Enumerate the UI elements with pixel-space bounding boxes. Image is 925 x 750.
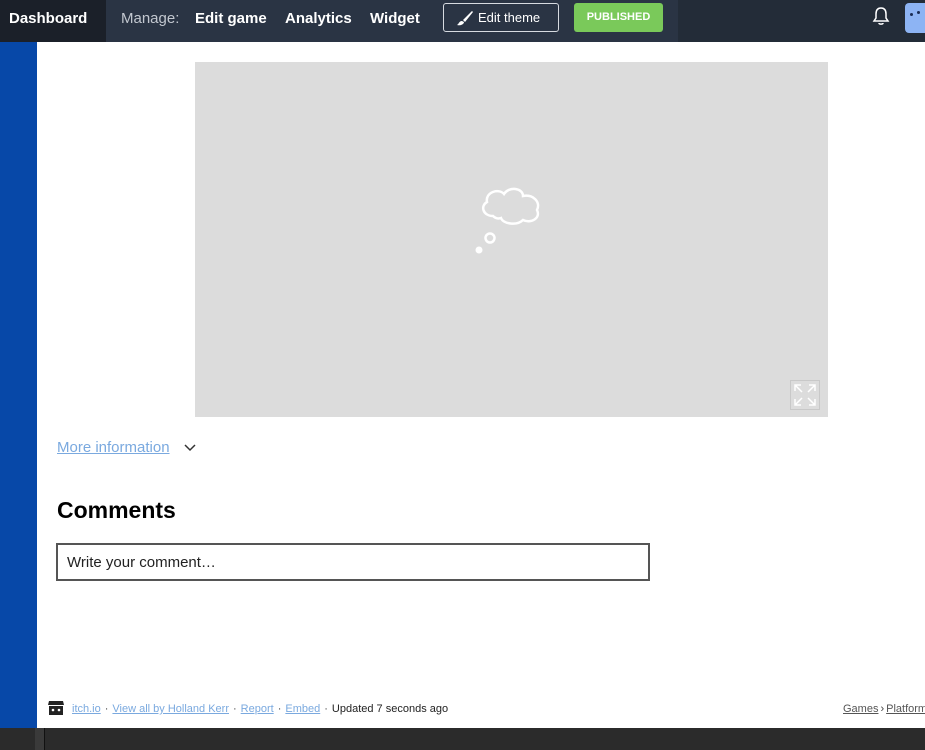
avatar-eye [910,13,913,16]
edit-theme-button[interactable]: Edit theme [443,3,559,32]
thought-bubble-icon [475,187,540,254]
page-footer: itch.io · View all by Holland Kerr · Report ·… [47,700,925,720]
notifications-button[interactable] [872,6,890,31]
comment-input[interactable]: Write your comment… [56,543,650,581]
manage-label: Manage: [121,10,180,27]
avatar-eye [917,11,920,14]
brush-icon [457,11,473,26]
analytics-link[interactable]: Analytics [285,0,352,37]
footer-links: itch.io · View all by Holland Kerr · Report ·… [72,703,449,715]
fullscreen-icon [794,384,816,406]
report-link[interactable]: Report [241,703,274,715]
edit-theme-label: Edit theme [478,10,541,25]
view-all-link[interactable]: View all by Holland Kerr [112,703,229,715]
taskbar-divider [35,728,45,750]
comments-heading: Comments [57,497,176,523]
edit-game-link[interactable]: Edit game [195,0,267,37]
widget-link[interactable]: Widget [370,0,420,37]
bell-icon [872,7,890,25]
itchio-logo-icon[interactable] [47,700,65,716]
game-embed-frame[interactable] [195,62,828,417]
category-breadcrumb: Games›Platformer [843,703,925,715]
comment-placeholder: Write your comment… [67,554,216,571]
bottom-taskbar [0,728,925,750]
category-platformer-link[interactable]: Platformer [886,703,925,715]
embed-link[interactable]: Embed [285,703,320,715]
itchio-link[interactable]: itch.io [72,703,101,715]
published-status-button[interactable]: PUBLISHED [574,3,663,32]
dashboard-link[interactable]: Dashboard [0,0,106,42]
fullscreen-button[interactable] [790,380,820,410]
updated-timestamp: Updated 7 seconds ago [331,703,449,715]
chevron-down-icon[interactable] [184,444,196,452]
theme-accent-strip [0,42,37,728]
user-avatar[interactable] [905,3,925,33]
top-navigation-bar: Dashboard Manage: Edit game Analytics Wi… [0,0,925,42]
category-games-link[interactable]: Games [843,703,878,715]
manage-bar: Manage: Edit game Analytics Widget Edit … [106,0,678,42]
more-information-link[interactable]: More information [57,439,170,456]
